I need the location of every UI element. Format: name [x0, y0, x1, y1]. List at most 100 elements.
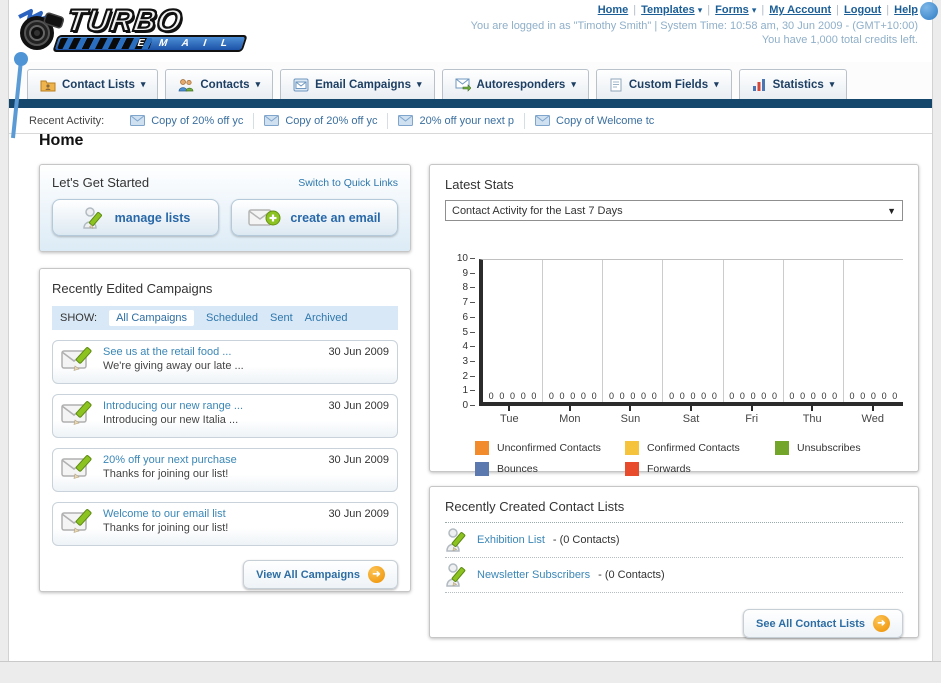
chart-y-tick: 1 [462, 385, 475, 396]
legend-item: Confirmed Contacts [625, 441, 775, 455]
show-label: SHOW: [60, 312, 98, 324]
person-pencil-icon [446, 528, 466, 552]
chart-y-tick: 8 [462, 282, 475, 293]
chart-x-label: Sun [600, 406, 661, 425]
corner-callout-dot [920, 2, 938, 20]
view-all-campaigns-button[interactable]: View All Campaigns ➜ [243, 560, 398, 589]
legend-swatch-icon [475, 441, 489, 455]
callout-pin-icon [11, 52, 28, 139]
chart-y-tick: 3 [462, 356, 475, 367]
tab-custom-fields[interactable]: Custom Fields ▾ [595, 69, 732, 99]
campaigns-title: Recently Edited Campaigns [52, 281, 213, 296]
nav-link-logout[interactable]: Logout [844, 4, 881, 16]
chart-day-group: 00000 [543, 260, 604, 402]
contact-list-name[interactable]: Exhibition List [477, 534, 545, 546]
chart-y-tick: 7 [462, 297, 475, 308]
tab-statistics[interactable]: Statistics ▾ [738, 69, 848, 99]
navy-divider-bar [9, 99, 932, 108]
chart-x-label: Thu [782, 406, 843, 425]
logo-banner: E M A I L [52, 35, 248, 52]
campaign-row[interactable]: Welcome to our email list Thanks for join… [52, 502, 398, 546]
credits-text: You have 1,000 total credits left. [761, 34, 918, 46]
recent-activity-bar: Recent Activity: Copy of 20% off yc Copy… [9, 108, 932, 134]
nav-link-home[interactable]: Home [598, 4, 629, 16]
chevron-down-icon: ▾ [255, 79, 261, 89]
campaign-title[interactable]: Welcome to our email list [103, 508, 320, 520]
campaign-title[interactable]: 20% off your next purchase [103, 454, 320, 466]
page-title: Home [39, 132, 84, 149]
arrow-right-icon: ➜ [873, 615, 890, 632]
create-email-button[interactable]: create an email [231, 199, 398, 236]
recent-activity-item[interactable]: Copy of 20% off yc [120, 112, 255, 129]
recent-activity-label: Recent Activity: [29, 114, 105, 127]
tab-contact-lists[interactable]: Contact Lists ▾ [27, 69, 159, 99]
envelope-pencil-icon [61, 347, 92, 371]
tab-email-campaigns[interactable]: Email Campaigns ▾ [280, 69, 435, 99]
recent-activity-item[interactable]: 20% off your next p [388, 112, 526, 129]
legend-swatch-icon [625, 441, 639, 455]
tab-contacts[interactable]: Contacts ▾ [165, 69, 274, 99]
contact-activity-chart: 10 9 8 7 6 5 4 3 2 1 0 000000000000000000000000000… [445, 253, 903, 483]
chart-y-tick: 0 [462, 400, 475, 411]
contact-list-name[interactable]: Newsletter Subscribers [477, 569, 590, 581]
contact-list-row[interactable]: Newsletter Subscribers - (0 Contacts) [445, 558, 903, 593]
main-nav-tabbar: Contact Lists ▾ Contacts ▾ Email Campaigns… [9, 62, 932, 99]
campaign-row[interactable]: 20% off your next purchase Thanks for joi… [52, 448, 398, 492]
switch-quick-links-link[interactable]: Switch to Quick Links [298, 177, 398, 189]
filter-all-campaigns[interactable]: All Campaigns [109, 310, 194, 326]
filter-sent[interactable]: Sent [270, 312, 293, 324]
see-all-contact-lists-button[interactable]: See All Contact Lists ➜ [742, 609, 903, 638]
chart-y-axis: 10 9 8 7 6 5 4 3 2 1 0 [445, 253, 475, 411]
recent-activity-text: Copy of 20% off yc [285, 114, 378, 127]
recent-activity-item[interactable]: Copy of 20% off yc [254, 112, 389, 129]
chart-x-label: Tue [479, 406, 540, 425]
nav-link-my-account[interactable]: My Account [769, 4, 831, 16]
contacts-icon [179, 78, 194, 91]
chart-day-group: 00000 [844, 260, 903, 402]
campaign-subtitle: Thanks for joining our list! [103, 522, 229, 534]
campaign-row[interactable]: Introducing our new range ... Introducing… [52, 394, 398, 438]
filter-archived[interactable]: Archived [305, 312, 348, 324]
legend-label: Forwards [647, 463, 691, 475]
chart-x-label: Wed [842, 406, 903, 425]
chart-x-labels: Tue Mon Sun Sat Fri Thu Wed [479, 406, 903, 425]
page-footer [0, 661, 941, 683]
nav-separator: | [761, 4, 765, 16]
campaign-row[interactable]: See us at the retail food ... We're givin… [52, 340, 398, 384]
envelope-icon [130, 115, 146, 126]
chart-x-label: Mon [540, 406, 601, 425]
turbo-email-logo: TURBO E M A I L [15, 2, 255, 57]
tab-label: Autoresponders [476, 78, 566, 91]
campaign-date: 30 Jun 2009 [328, 454, 389, 466]
contact-list-row[interactable]: Exhibition List - (0 Contacts) [445, 523, 903, 558]
legend-item: Unconfirmed Contacts [475, 441, 625, 455]
tab-label: Contacts [200, 78, 250, 91]
nav-separator: | [886, 4, 890, 16]
recent-activity-item[interactable]: Copy of Welcome tc [525, 113, 664, 129]
chart-day-group: 00000 [483, 260, 544, 402]
chart-value-labels: 00000 [849, 391, 898, 401]
logo-title: TURBO [64, 2, 186, 39]
chart-legend: Unconfirmed Contacts Confirmed Contacts Un… [475, 441, 941, 483]
filter-scheduled[interactable]: Scheduled [206, 312, 258, 324]
manage-lists-button[interactable]: manage lists [52, 199, 219, 236]
campaign-title[interactable]: See us at the retail food ... [103, 346, 320, 358]
nav-link-templates[interactable]: Templates [641, 4, 695, 16]
recent-activity-text: Copy of 20% off yc [151, 114, 244, 127]
legend-swatch-icon [475, 462, 489, 476]
main-window: TURBO E M A I L Home | Templates ▾ | Forms ▾… [8, 0, 938, 661]
stats-period-select[interactable]: Contact Activity for the Last 7 Days ▼ [445, 200, 903, 221]
header: TURBO E M A I L Home | Templates ▾ | Forms ▾… [9, 0, 938, 62]
recent-activity-text: Copy of Welcome tc [556, 114, 655, 127]
legend-label: Unsubscribes [797, 442, 861, 454]
campaign-subtitle: We're giving away our late ... [103, 360, 244, 372]
email-campaigns-icon [293, 78, 309, 91]
nav-link-help[interactable]: Help [894, 4, 918, 16]
chart-value-labels: 00000 [669, 391, 717, 401]
nav-link-forms[interactable]: Forms [715, 4, 749, 16]
legend-item: Forwards [625, 462, 775, 476]
campaign-title[interactable]: Introducing our new range ... [103, 400, 320, 412]
chevron-down-icon: ▾ [829, 79, 835, 89]
tab-autoresponders[interactable]: Autoresponders ▾ [441, 69, 589, 99]
contact-list-count: - (0 Contacts) [598, 569, 665, 581]
